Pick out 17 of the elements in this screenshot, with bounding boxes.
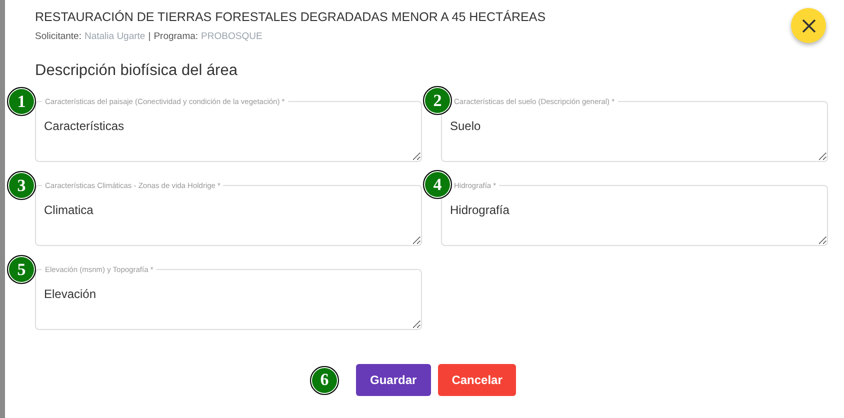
section-title: Descripción biofísica del área (35, 62, 238, 80)
number-badge: 2 (423, 86, 452, 115)
close-icon (802, 18, 816, 32)
applicant-name: Natalia Ugarte (84, 31, 146, 42)
number-badge: 6 (310, 366, 339, 394)
dialog-title: RESTAURACIÓN DE TIERRAS FORESTALES DEGRADADAS MENOR A 45 HECTÁREAS (35, 9, 547, 26)
close-button[interactable] (791, 8, 826, 43)
applicant-label: Solicitante: (35, 31, 82, 42)
program-label: Programa: (154, 31, 198, 42)
save-button[interactable]: Guardar (356, 364, 431, 396)
cancel-button[interactable]: Cancelar (438, 364, 516, 396)
number-badge: 1 (7, 87, 36, 116)
program-name: PROBOSQUE (201, 31, 262, 42)
separator: | (148, 31, 151, 42)
number-badge: 4 (423, 170, 452, 199)
number-badge: 5 (7, 255, 36, 284)
number-badge: 3 (7, 171, 36, 200)
